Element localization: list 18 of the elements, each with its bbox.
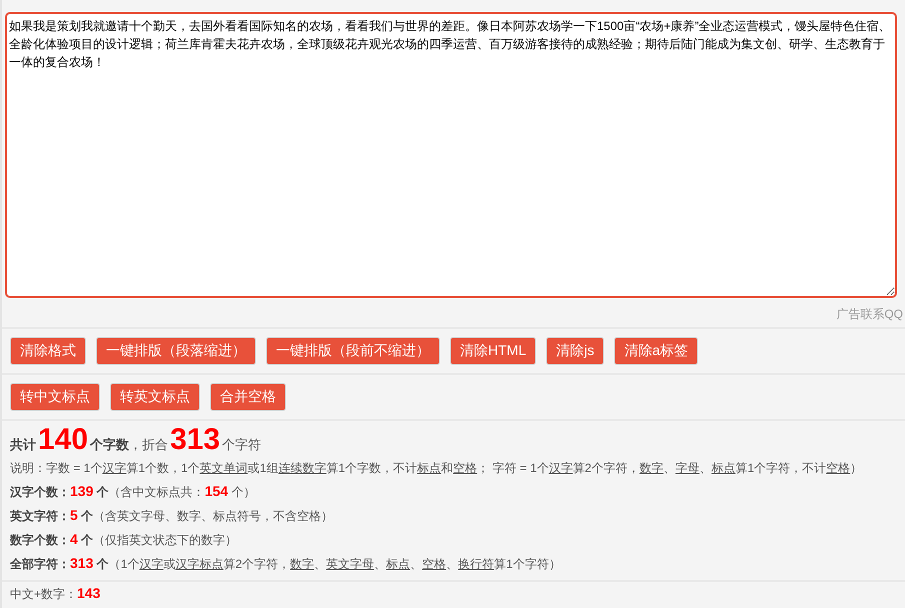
tool-button[interactable]: 转中文标点 [10, 383, 100, 411]
stat-line: 汉字个数：139 个（含中文标点共：154 个） [10, 482, 256, 501]
ad-contact-link[interactable]: 广告联系QQ [836, 306, 903, 323]
stat-line: 数字个数：4 个（仅指英文状态下的数字） [10, 530, 238, 549]
tool-button[interactable]: 清除格式 [10, 337, 86, 365]
tool-button[interactable]: 一键排版（段前不缩进） [266, 337, 440, 365]
footer-stat-line: 中文+数字：143 [9, 584, 102, 603]
text-input-field[interactable]: 如果我是策划我就邀请十个勤天，去国外看看国际知名的农场，看看我们与世界的差距。像日本阿苏农场学一下1500亩“农场+康养”全业态运营模式，馒头屋特色住宿、全龄化体验项目的设计逻辑；荷兰库肯霍夫花卉农场，全球顶级花卉观光农场的四季运营、百万级游客接待的成熟经验；期待后陆门能成为集文创、研学、生态教育于一体的复合农场！ [5, 12, 897, 298]
tool-button[interactable]: 清除a标签 [614, 337, 698, 365]
tool-button[interactable]: 清除js [546, 337, 604, 365]
stat-line: 全部字符：313 个（1个汉字或汉字标点算2个字符，数字、英文字母、标点、空格、换行符算1个字符） [10, 554, 562, 573]
tool-button[interactable]: 清除HTML [450, 337, 536, 365]
explanation-text: 说明：字数 = 1个汉字算1个数，1个英文单词或1组连续数字算1个字数，不计标点和空格； 字符 = 1个汉字算2个字符，数字、字母、标点算1个字符，不计空格） [10, 460, 864, 477]
tool-button[interactable]: 合并空格 [210, 383, 286, 411]
tool-button[interactable]: 转英文标点 [110, 383, 200, 411]
tool-button[interactable]: 一键排版（段落缩进） [96, 337, 256, 365]
total-count-line: 共计 140 个字数，折合 313 个字符 [10, 423, 262, 457]
stat-line: 英文字符：5 个（含英文字母、数字、标点符号，不含空格） [10, 506, 334, 525]
